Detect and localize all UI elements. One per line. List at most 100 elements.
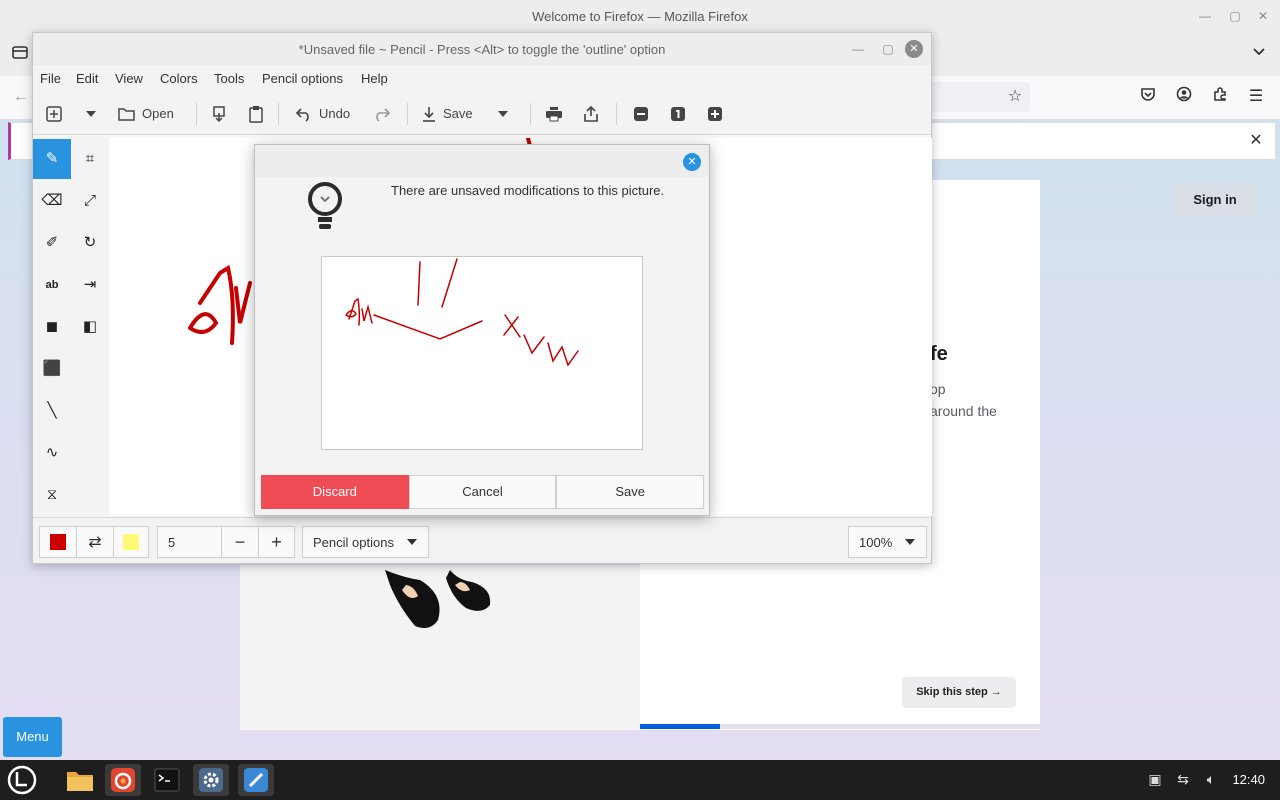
close-icon[interactable]: ✕	[1256, 9, 1270, 23]
cancel-button[interactable]: Cancel	[408, 475, 557, 509]
menu-colors[interactable]: Colors	[160, 71, 198, 86]
dialog-close-icon[interactable]: ✕	[683, 153, 701, 171]
menu-view[interactable]: View	[115, 71, 143, 86]
maximize-icon[interactable]: ▢	[1228, 9, 1242, 23]
minimize-icon[interactable]: —	[1198, 9, 1212, 23]
taskbar-files[interactable]	[62, 764, 98, 796]
secondary-color-swatch	[123, 534, 139, 550]
tool-free-select[interactable]: ⬛	[33, 349, 71, 389]
rotate-icon: ↻	[83, 234, 97, 251]
chevron-down-icon	[407, 539, 417, 545]
account-icon[interactable]	[1173, 86, 1195, 108]
tool-curve[interactable]: ∿	[33, 433, 71, 473]
redo-button[interactable]	[373, 103, 391, 125]
start-menu-button[interactable]	[4, 764, 40, 796]
zoom-reset-button[interactable]	[670, 103, 686, 125]
clock[interactable]: 12:40	[1232, 772, 1265, 787]
size-increase-button[interactable]: +	[258, 526, 295, 558]
undo-button[interactable]: Undo	[295, 103, 350, 125]
notes-tray-icon[interactable]: ▣	[1146, 770, 1164, 788]
desktop-menu-button[interactable]: Menu	[3, 717, 62, 757]
paste-button[interactable]	[248, 103, 264, 125]
tool-rect-select[interactable]: ◼	[33, 307, 71, 347]
toolbar-separator	[278, 103, 279, 125]
tool-eraser[interactable]: ⌫	[33, 181, 71, 221]
network-tray-icon[interactable]: ⇆	[1174, 770, 1192, 788]
tool-highlighter[interactable]: ✐	[33, 223, 71, 263]
menu-edit[interactable]: Edit	[76, 71, 98, 86]
import-button[interactable]	[211, 103, 227, 125]
size-decrease-button[interactable]: −	[221, 526, 259, 558]
tab-overview-icon[interactable]	[9, 43, 31, 65]
tool-rotate[interactable]: ↻	[71, 223, 109, 263]
pencil-options-dropdown[interactable]: Pencil options	[302, 526, 429, 558]
taskbar-settings[interactable]	[193, 764, 229, 796]
print-button[interactable]	[545, 103, 563, 125]
zoom-out-button[interactable]	[633, 103, 649, 125]
new-image-button[interactable]	[45, 103, 63, 125]
maximize-icon[interactable]: ▢	[881, 42, 895, 56]
minimize-icon[interactable]: —	[851, 42, 865, 56]
primary-color-button[interactable]	[40, 527, 76, 557]
minus-icon	[634, 107, 648, 121]
save-button[interactable]: Save	[556, 475, 705, 509]
pocket-icon[interactable]	[1137, 86, 1159, 108]
exchange-icon: ⇄	[88, 534, 102, 551]
notification-close-icon[interactable]: ✕	[1245, 130, 1267, 152]
redo-icon	[376, 108, 391, 122]
pencil-window-title: *Unsaved file ~ Pencil - Press <Alt> to …	[298, 42, 666, 57]
tool-shape[interactable]: ⧖	[33, 475, 71, 515]
menu-help[interactable]: Help	[361, 71, 388, 86]
save-button[interactable]: Save	[421, 103, 473, 125]
back-icon[interactable]: ←	[10, 86, 32, 108]
volume-tray-icon[interactable]: 🔈︎	[1202, 770, 1220, 788]
open-button[interactable]: Open	[118, 103, 174, 125]
undo-icon	[295, 108, 309, 122]
close-icon[interactable]: ✕	[905, 40, 923, 58]
minus-icon: −	[234, 531, 246, 552]
menu-tools[interactable]: Tools	[214, 71, 244, 86]
tool-crop[interactable]: ⌗	[71, 139, 109, 179]
sign-in-button[interactable]: Sign in	[1174, 184, 1256, 216]
filters-icon: ◧	[82, 318, 98, 335]
color-group: ⇄	[39, 526, 149, 558]
extensions-icon[interactable]	[1209, 86, 1231, 108]
pencil-toolbar: Open Undo Save	[33, 93, 931, 135]
tool-pencil[interactable]: ✎	[33, 139, 71, 179]
zoom-dropdown[interactable]: 100%	[848, 526, 927, 558]
skew-icon: ⇥	[83, 276, 97, 293]
tool-filters[interactable]: ◧	[71, 307, 109, 347]
share-button[interactable]	[583, 103, 599, 125]
secondary-color-button[interactable]	[114, 527, 148, 557]
crop-icon: ⌗	[85, 150, 95, 167]
discard-button[interactable]: Discard	[261, 475, 409, 509]
onboarding-progress-fill	[640, 724, 720, 729]
hamburger-menu-icon[interactable]: ☰	[1245, 86, 1267, 108]
new-menu-button[interactable]	[85, 103, 97, 125]
tool-skew[interactable]: ⇥	[71, 265, 109, 305]
tool-text[interactable]: ab	[33, 265, 71, 305]
menu-file[interactable]: File	[40, 71, 61, 86]
one-to-one-icon	[671, 107, 685, 121]
exchange-colors-button[interactable]: ⇄	[76, 527, 114, 557]
dialog-header: ✕	[255, 145, 709, 177]
save-menu-button[interactable]	[497, 103, 509, 125]
skip-step-button[interactable]: Skip this step →	[902, 677, 1016, 708]
folder-icon	[67, 772, 93, 791]
tool-scale[interactable]: ⤢	[71, 181, 109, 221]
bookmark-star-icon[interactable]: ☆	[1004, 86, 1026, 108]
shape-icon: ⧖	[46, 486, 58, 503]
zoom-in-button[interactable]	[707, 103, 723, 125]
taskbar-terminal[interactable]	[149, 764, 185, 796]
list-all-tabs-icon[interactable]	[1248, 43, 1270, 65]
welcome-text-fragment: op	[930, 381, 946, 397]
curve-icon: ∿	[45, 444, 59, 461]
taskbar-firefox[interactable]	[105, 764, 141, 796]
toolbar-separator	[530, 103, 531, 125]
taskbar-pencil[interactable]	[238, 764, 274, 796]
menu-pencil-options[interactable]: Pencil options	[262, 71, 343, 86]
toolbar-separator	[616, 103, 617, 125]
tool-line[interactable]: ╲	[33, 391, 71, 431]
tools-panel: ✎ ⌗ ⌫ ⤢ ✐ ↻ ab ⇥ ◼ ◧ ⬛ ╲ ∿ ⧖	[33, 137, 109, 517]
size-value[interactable]: 5	[158, 535, 222, 550]
